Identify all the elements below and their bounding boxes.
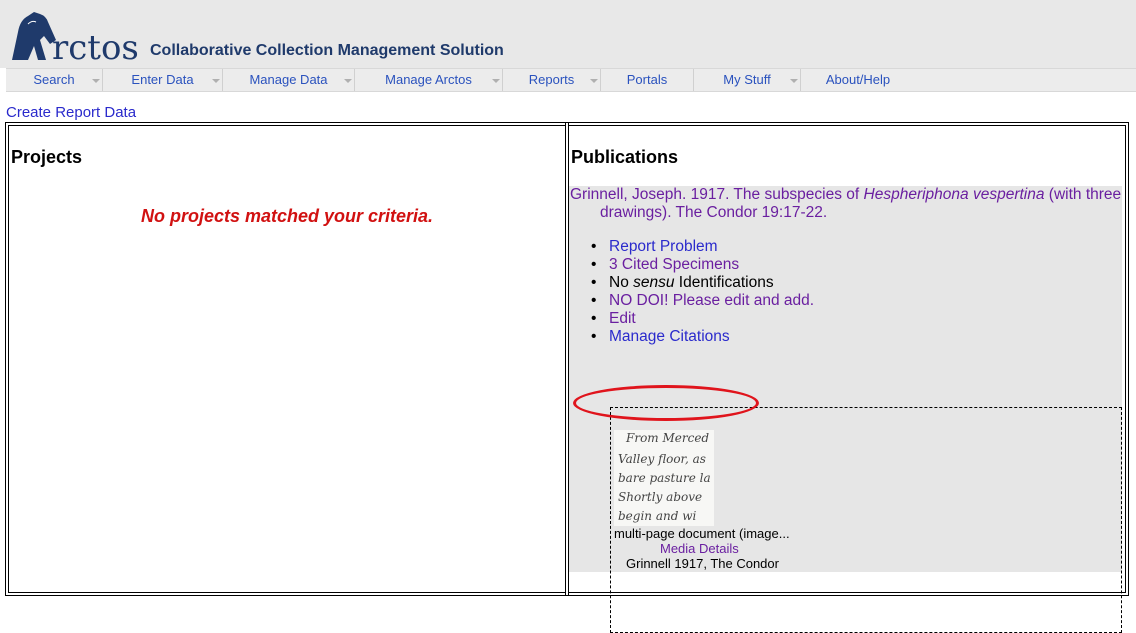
dropdown-arrow-icon bbox=[590, 79, 598, 83]
media-source-label: Grinnell 1917, The Condor bbox=[626, 556, 779, 571]
site-tagline: Collaborative Collection Management Solu… bbox=[150, 42, 504, 59]
no-sensu-text: No bbox=[609, 274, 634, 291]
nav-label: Search bbox=[33, 72, 75, 87]
nav-portals[interactable]: Portals bbox=[601, 69, 694, 91]
nav-label: Manage Data bbox=[249, 72, 328, 87]
publications-heading: Publications bbox=[571, 147, 679, 167]
manage-citations-link[interactable]: Manage Citations bbox=[609, 328, 730, 345]
list-item: NO DOI! Please edit and add. bbox=[591, 292, 814, 310]
site-header: rctos Collaborative Collection Managemen… bbox=[0, 0, 1136, 68]
publications-panel: Publications Grinnell, Joseph. 1917. The… bbox=[565, 122, 1129, 633]
nav-enter-data[interactable]: Enter Data bbox=[103, 69, 223, 91]
list-item: 3 Cited Specimens bbox=[591, 256, 814, 274]
nav-label: About/Help bbox=[825, 72, 891, 87]
handwriting-line: Shortly above bbox=[618, 490, 702, 504]
media-container: From Merced Valley floor, as bare pastur… bbox=[610, 407, 1122, 633]
logo-text: rctos bbox=[52, 28, 139, 68]
main-nav: Search Enter Data Manage Data Manage Arc… bbox=[6, 68, 1136, 92]
publication-entry: Grinnell, Joseph. 1917. The subspecies o… bbox=[569, 186, 1122, 633]
nav-label: My Stuff bbox=[723, 72, 771, 87]
sensu-word: sensu bbox=[633, 274, 675, 291]
publication-actions: Report Problem 3 Cited Specimens No sens… bbox=[591, 238, 814, 346]
arctos-logo[interactable]: rctos bbox=[10, 8, 145, 68]
no-projects-message: No projects matched your criteria. bbox=[140, 206, 434, 226]
dropdown-arrow-icon bbox=[92, 79, 100, 83]
create-report-data-link[interactable]: Create Report Data bbox=[6, 104, 136, 121]
dropdown-arrow-icon bbox=[344, 79, 352, 83]
nav-reports[interactable]: Reports bbox=[503, 69, 601, 91]
dropdown-arrow-icon bbox=[790, 79, 798, 83]
media-caption: multi-page document (image... bbox=[614, 526, 790, 541]
highlight-annotation bbox=[573, 385, 759, 421]
projects-heading: Projects bbox=[11, 147, 83, 167]
list-item: Manage Citations bbox=[591, 328, 814, 346]
nav-about-help[interactable]: About/Help bbox=[801, 69, 915, 91]
report-problem-link[interactable]: Report Problem bbox=[609, 238, 718, 255]
nav-label: Enter Data bbox=[131, 72, 194, 87]
list-item: No sensu Identifications bbox=[591, 274, 814, 292]
no-sensu-text-suffix: Identifications bbox=[674, 274, 774, 291]
publication-citation-link[interactable]: Grinnell, Joseph. 1917. The subspecies o… bbox=[570, 186, 1130, 222]
handwriting-line: From Merced bbox=[625, 431, 709, 445]
nav-manage-arctos[interactable]: Manage Arctos bbox=[355, 69, 503, 91]
handwriting-line: begin and wi bbox=[618, 509, 696, 523]
handwritten-document-image: From Merced Valley floor, as bare pastur… bbox=[614, 430, 714, 526]
handwriting-line: bare pasture la bbox=[618, 471, 711, 485]
nav-label: Reports bbox=[528, 72, 575, 87]
no-doi-link[interactable]: NO DOI! Please edit and add. bbox=[609, 292, 814, 309]
nav-label: Manage Arctos bbox=[385, 72, 472, 87]
list-item: Edit bbox=[591, 310, 814, 328]
projects-panel: Projects No projects matched your criter… bbox=[5, 122, 569, 596]
dropdown-arrow-icon bbox=[212, 79, 220, 83]
handwriting-line: Valley floor, as bbox=[618, 452, 706, 466]
nav-search[interactable]: Search bbox=[6, 69, 103, 91]
cited-specimens-link[interactable]: 3 Cited Specimens bbox=[609, 256, 739, 273]
media-details-link[interactable]: Media Details bbox=[660, 541, 739, 556]
citation-text: Grinnell, Joseph. 1917. The subspecies o… bbox=[570, 186, 864, 203]
list-item: Report Problem bbox=[591, 238, 814, 256]
dropdown-arrow-icon bbox=[492, 79, 500, 83]
media-thumbnail[interactable]: From Merced Valley floor, as bare pastur… bbox=[614, 430, 714, 526]
nav-my-stuff[interactable]: My Stuff bbox=[694, 69, 801, 91]
edit-link[interactable]: Edit bbox=[609, 310, 636, 327]
nav-label: Portals bbox=[626, 72, 668, 87]
citation-taxon: Hespheriphona vespertina bbox=[863, 186, 1045, 203]
bear-logo-icon bbox=[12, 12, 56, 60]
nav-manage-data[interactable]: Manage Data bbox=[223, 69, 355, 91]
